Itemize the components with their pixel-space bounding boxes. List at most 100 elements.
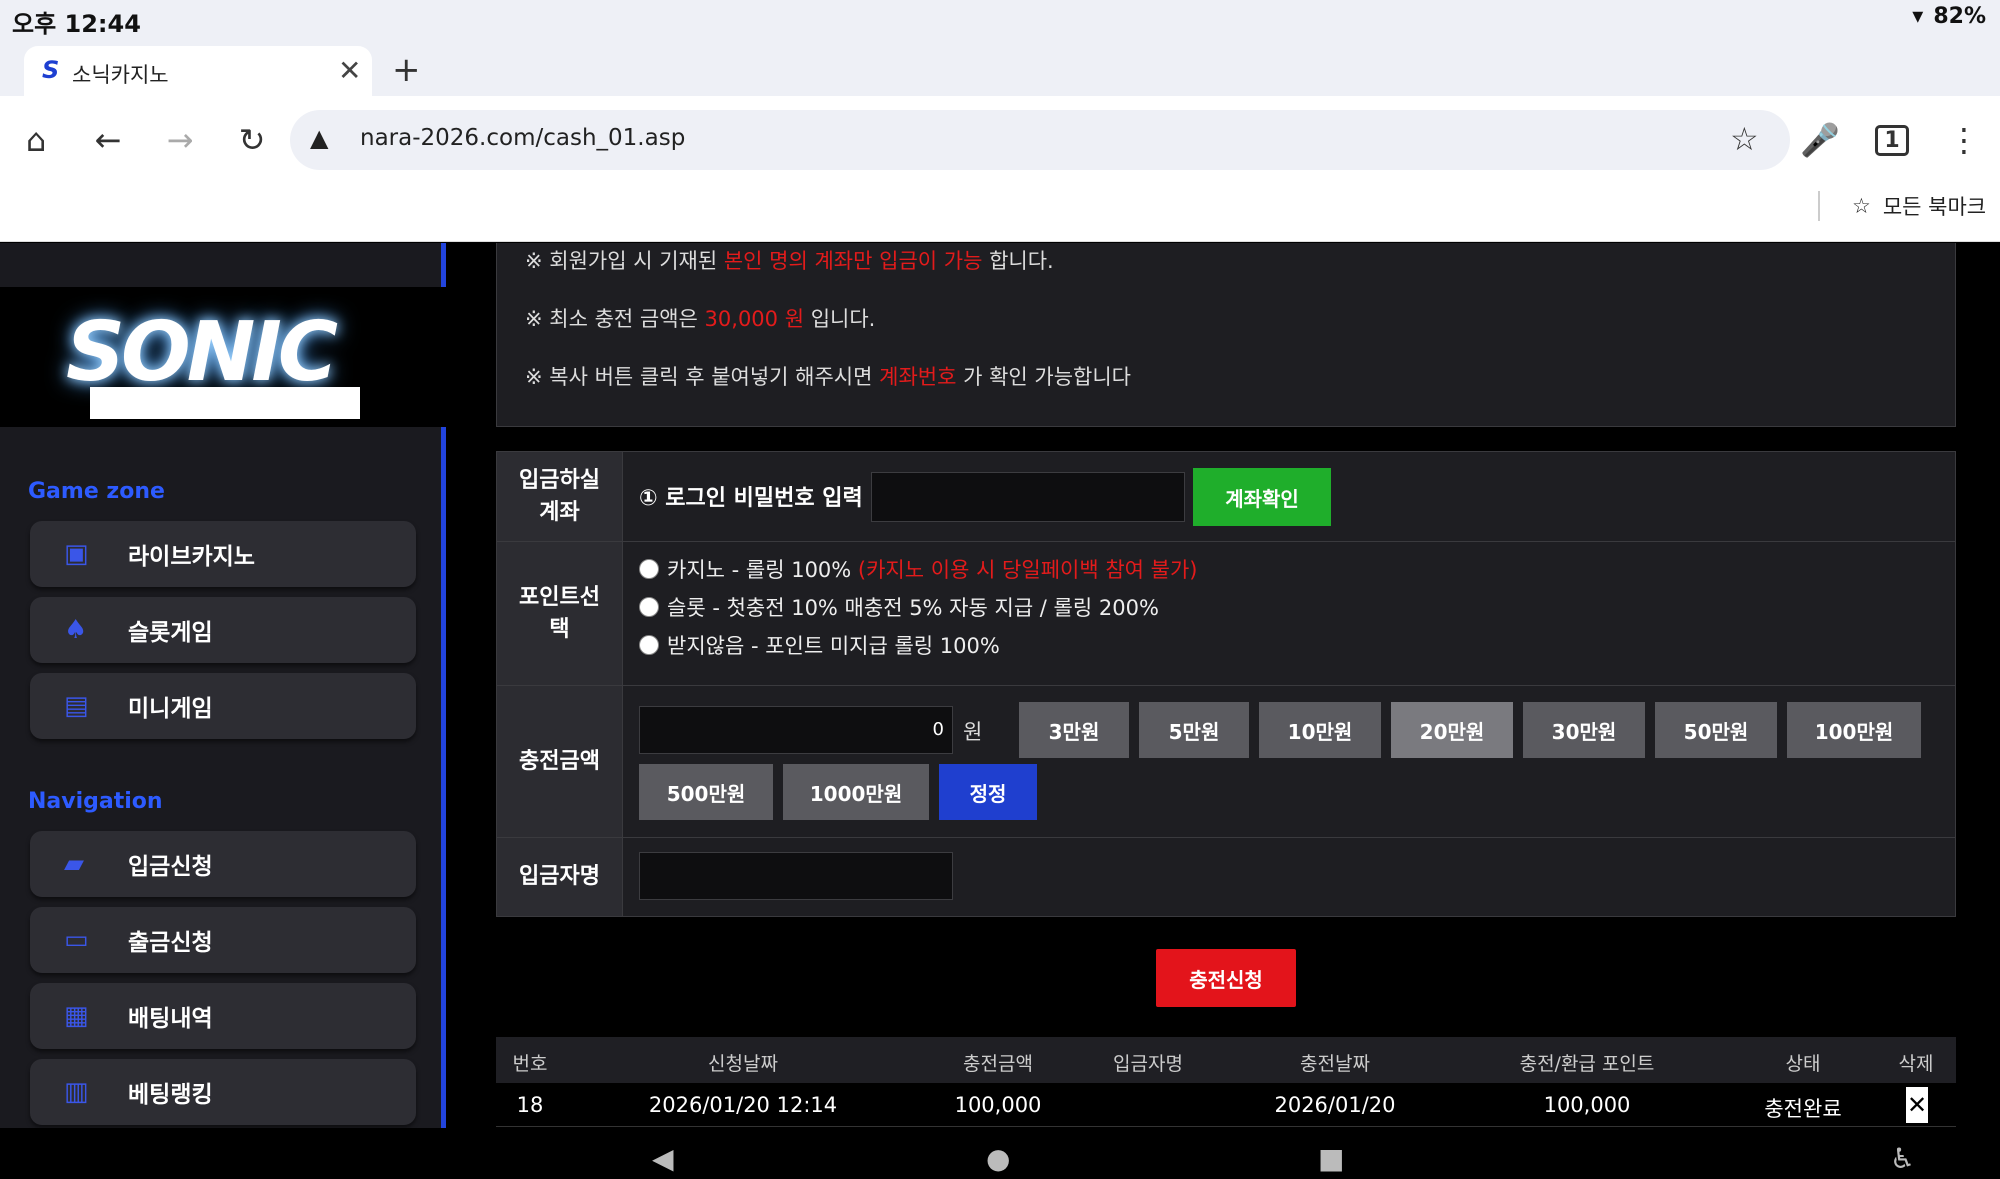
more-menu-icon[interactable]: ⋮ — [1942, 118, 1986, 162]
col-points: 충전/환급 포인트 — [1519, 1053, 1655, 1075]
wallet-icon: ▭ — [64, 925, 89, 955]
col-request-date: 신청날짜 — [708, 1053, 778, 1075]
accessibility-icon[interactable]: ♿ — [1890, 1142, 1915, 1175]
nav-recents-icon[interactable]: ■ — [1318, 1142, 1344, 1175]
main-content: ※ 회원가입 시 기재된 본인 명의 계좌만 입금이 가능 합니다. ※ 최소 … — [450, 243, 2000, 1128]
not-secure-icon[interactable]: ▲ — [310, 124, 328, 152]
cell-points: 100,000 — [1543, 1093, 1631, 1117]
mini-game-icon: ▤ — [64, 691, 89, 721]
radio-slot[interactable] — [639, 597, 659, 617]
site-favicon-icon: S — [42, 56, 60, 84]
amount-100000-button[interactable]: 10만원 — [1259, 702, 1381, 758]
amount-10000000-button[interactable]: 1000만원 — [783, 764, 929, 820]
browser-tab[interactable]: S 소닉카지노 ✕ — [24, 46, 372, 98]
depositor-input[interactable] — [639, 852, 953, 900]
deposit-icon: ▰ — [64, 849, 84, 879]
cell-charge-amount: 100,000 — [954, 1093, 1042, 1117]
sidebar-item-deposit[interactable]: ▰ 입금신청 — [30, 831, 416, 897]
point-option-casino[interactable]: 카지노 - 롤링 100% (카지노 이용 시 당일페이백 참여 불가) — [639, 554, 1197, 584]
delete-row-button[interactable]: ✕ — [1906, 1087, 1928, 1123]
point-option-none[interactable]: 받지않음 - 포인트 미지급 롤링 100% — [639, 630, 1000, 660]
sidebar-item-withdraw[interactable]: ▭ 출금신청 — [30, 907, 416, 973]
site-logo[interactable]: SONIC — [0, 287, 446, 427]
col-charge-date: 충전날짜 — [1300, 1053, 1370, 1075]
col-charge-amount: 충전금액 — [963, 1053, 1033, 1075]
amount-200000-button[interactable]: 20만원 — [1391, 702, 1513, 758]
account-row: 입금하실 계좌 ① 로그인 비밀번호 입력 계좌확인 — [497, 452, 1955, 542]
col-status: 상태 — [1785, 1053, 1821, 1075]
amount-30000-button[interactable]: 3만원 — [1019, 702, 1129, 758]
bookmark-star-icon[interactable]: ☆ — [1730, 120, 1759, 158]
cell-number: 18 — [516, 1093, 544, 1117]
amount-label: 충전금액 — [497, 686, 623, 837]
back-icon[interactable]: ← — [86, 118, 130, 162]
password-input[interactable] — [871, 472, 1185, 522]
reload-icon[interactable]: ↻ — [230, 118, 274, 162]
col-delete: 삭제 — [1898, 1053, 1934, 1075]
all-bookmarks-label[interactable]: 모든 북마크 — [1883, 191, 1986, 221]
status-time: 오후 12:44 — [12, 10, 141, 38]
depositor-row: 입금자명 — [497, 838, 1955, 916]
notice-box: ※ 회원가입 시 기재된 본인 명의 계좌만 입금이 가능 합니다. ※ 최소 … — [496, 243, 1956, 427]
bookmark-icon: ☆ — [1852, 194, 1871, 218]
table-row: 18 2026/01/20 12:14 100,000 2026/01/20 1… — [496, 1083, 1956, 1127]
radio-casino[interactable] — [639, 559, 659, 579]
sidebar-item-slot[interactable]: ♠ 슬롯게임 — [30, 597, 416, 663]
history-icon: ▦ — [64, 1001, 89, 1031]
sidebar-item-mini-game[interactable]: ▤ 미니게임 — [30, 673, 416, 739]
notice-line-1: ※ 회원가입 시 기재된 본인 명의 계좌만 입금이 가능 합니다. — [525, 249, 1054, 273]
amount-50000-button[interactable]: 5만원 — [1139, 702, 1249, 758]
game-zone-title: Game zone — [28, 479, 165, 504]
address-bar[interactable]: ▲ nara-2026.com/cash_01.asp ☆ — [290, 110, 1790, 170]
ranking-icon: ▥ — [64, 1077, 89, 1107]
status-bar: 오후 12:44 ▾ 82% — [0, 0, 2000, 38]
point-option-slot[interactable]: 슬롯 - 첫충전 10% 매충전 5% 자동 지급 / 롤링 200% — [639, 592, 1159, 622]
notice-line-3: ※ 복사 버튼 클릭 후 붙여넣기 해주시면 계좌번호 가 확인 가능합니다 — [525, 365, 1131, 389]
amount-1000000-button[interactable]: 100만원 — [1787, 702, 1921, 758]
col-depositor: 입금자명 — [1113, 1053, 1183, 1075]
nav-home-icon[interactable]: ● — [986, 1142, 1010, 1175]
charge-request-button[interactable]: 충전신청 — [1156, 949, 1296, 1007]
tab-count-icon[interactable]: 1 — [1870, 118, 1914, 162]
amount-500000-button[interactable]: 50만원 — [1655, 702, 1777, 758]
battery-level: 82% — [1933, 4, 1986, 29]
deposit-form: 입금하실 계좌 ① 로그인 비밀번호 입력 계좌확인 포인트선 택 카지노 - … — [496, 451, 1956, 917]
new-tab-icon[interactable]: + — [392, 50, 421, 90]
system-nav-bar: ◀ ● ■ ♿ — [0, 1128, 2000, 1179]
slot-icon: ♠ — [64, 615, 88, 645]
forward-icon[interactable]: → — [158, 118, 202, 162]
sidebar-item-bet-ranking[interactable]: ▥ 베팅랭킹 — [30, 1059, 416, 1125]
microphone-icon[interactable]: 🎤 — [1798, 118, 1842, 162]
logo-icon: SONIC — [66, 305, 338, 400]
point-row: 포인트선 택 카지노 - 롤링 100% (카지노 이용 시 당일페이백 참여 … — [497, 542, 1955, 686]
amount-input[interactable]: 0 — [639, 706, 953, 754]
amount-5000000-button[interactable]: 500만원 — [639, 764, 773, 820]
amount-unit: 원 — [963, 720, 983, 744]
navigation-title: Navigation — [28, 789, 163, 814]
wifi-icon: ▾ — [1912, 4, 1924, 29]
radio-none[interactable] — [639, 635, 659, 655]
tab-title: 소닉카지노 — [72, 63, 169, 87]
point-label: 포인트선 택 — [497, 542, 623, 685]
notice-line-2: ※ 최소 충전 금액은 30,000 원 입니다. — [525, 307, 876, 331]
bookmarks-bar[interactable]: ☆ 모든 북마크 — [1818, 186, 1986, 226]
amount-row: 충전금액 0 원 3만원 5만원 10만원 20만원 30만원 50만원 100… — [497, 686, 1955, 838]
reset-amount-button[interactable]: 정정 — [939, 764, 1037, 820]
sidebar-item-live-casino[interactable]: ▣ 라이브카지노 — [30, 521, 416, 587]
amount-300000-button[interactable]: 30만원 — [1523, 702, 1645, 758]
cell-status: 충전완료 — [1764, 1097, 1842, 1121]
cell-request-date: 2026/01/20 12:14 — [648, 1093, 838, 1117]
sidebar-item-bet-history[interactable]: ▦ 배팅내역 — [30, 983, 416, 1049]
cell-charge-date: 2026/01/20 — [1274, 1093, 1396, 1117]
history-table-header: 번호 신청날짜 충전금액 입금자명 충전날짜 충전/환급 포인트 상태 삭제 — [496, 1037, 1956, 1083]
account-label: 입금하실 계좌 — [497, 452, 623, 541]
home-icon[interactable]: ⌂ — [14, 118, 58, 162]
browser-toolbar: ⌂ ← → ↻ ▲ nara-2026.com/cash_01.asp ☆ 🎤 … — [0, 96, 2000, 242]
close-tab-icon[interactable]: ✕ — [338, 54, 361, 87]
sidebar: SONIC Game zone ▣ 라이브카지노 ♠ 슬롯게임 ▤ 미니게임 N… — [0, 243, 446, 1128]
nav-back-icon[interactable]: ◀ — [652, 1142, 674, 1175]
confirm-account-button[interactable]: 계좌확인 — [1193, 468, 1331, 526]
url-text[interactable]: nara-2026.com/cash_01.asp — [360, 125, 685, 151]
casino-chip-icon: ▣ — [64, 539, 89, 569]
col-number: 번호 — [512, 1053, 548, 1075]
